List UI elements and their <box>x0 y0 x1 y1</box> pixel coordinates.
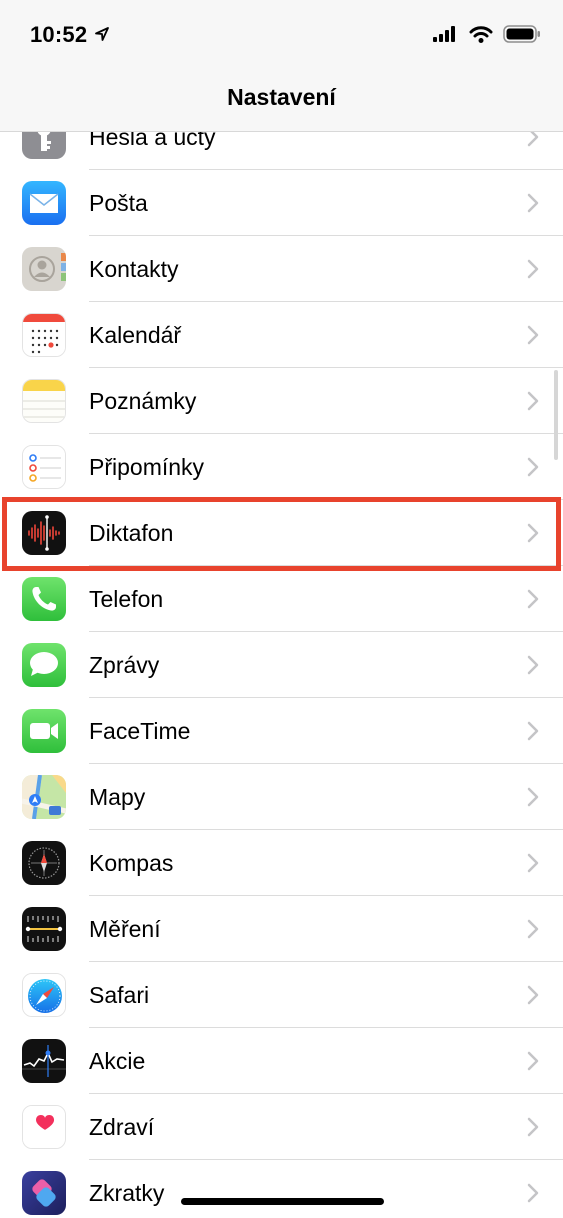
settings-row-contacts[interactable]: Kontakty <box>0 236 563 302</box>
chevron-right-icon <box>527 523 539 543</box>
voice-memos-icon <box>22 511 66 555</box>
settings-row-label: Diktafon <box>89 520 174 546</box>
reminders-icon <box>22 445 66 489</box>
settings-row-measure[interactable]: Měření <box>0 896 563 962</box>
facetime-icon <box>22 709 66 753</box>
settings-row-label: Poznámky <box>89 388 197 414</box>
settings-row-label: Zkratky <box>89 1180 165 1206</box>
scroll-indicator[interactable] <box>554 370 558 460</box>
settings-row-label: Safari <box>89 982 150 1008</box>
settings-row-voice-memos[interactable]: Diktafon <box>0 500 563 566</box>
home-indicator[interactable] <box>181 1198 384 1205</box>
settings-row-label: Pošta <box>89 190 148 216</box>
settings-row-label: Mapy <box>89 784 146 810</box>
settings-row-compass[interactable]: Kompas <box>0 830 563 896</box>
settings-row-health[interactable]: Zdraví <box>0 1094 563 1160</box>
settings-row-stocks[interactable]: Akcie <box>0 1028 563 1094</box>
chevron-right-icon <box>527 853 539 873</box>
settings-row-label: Telefon <box>89 586 164 612</box>
phone-icon <box>22 577 66 621</box>
chevron-right-icon <box>527 919 539 939</box>
settings-row-label: Kontakty <box>89 256 179 282</box>
chevron-right-icon <box>527 259 539 279</box>
notes-icon <box>22 379 66 423</box>
battery-icon <box>503 25 540 43</box>
chevron-right-icon <box>527 1117 539 1137</box>
settings-row-label: FaceTime <box>89 718 191 744</box>
settings-row-label: Zdraví <box>89 1114 155 1140</box>
settings-row-mail[interactable]: Pošta <box>0 170 563 236</box>
chevron-right-icon <box>527 589 539 609</box>
chevron-right-icon <box>527 1183 539 1203</box>
chevron-right-icon <box>527 1051 539 1071</box>
wifi-icon <box>469 26 493 43</box>
chevron-right-icon <box>527 193 539 213</box>
settings-row-label: Akcie <box>89 1048 146 1074</box>
chevron-right-icon <box>527 391 539 411</box>
location-arrow-icon <box>95 27 109 41</box>
chevron-right-icon <box>527 721 539 741</box>
settings-row-safari[interactable]: Safari <box>0 962 563 1028</box>
settings-row-notes[interactable]: Poznámky <box>0 368 563 434</box>
maps-icon <box>22 775 66 819</box>
settings-row-label: Zprávy <box>89 652 160 678</box>
settings-row-maps[interactable]: Mapy <box>0 764 563 830</box>
contacts-icon <box>22 247 66 291</box>
settings-row-label: Měření <box>89 916 161 942</box>
measure-icon <box>22 907 66 951</box>
settings-row-calendar[interactable]: Kalendář <box>0 302 563 368</box>
health-icon <box>22 1105 66 1149</box>
calendar-icon <box>22 313 66 357</box>
settings-row-facetime[interactable]: FaceTime <box>0 698 563 764</box>
compass-icon <box>22 841 66 885</box>
settings-row-label: Kompas <box>89 850 174 876</box>
settings-row-messages[interactable]: Zprávy <box>0 632 563 698</box>
cellular-signal-icon <box>433 26 455 42</box>
settings-row-label: Připomínky <box>89 454 205 480</box>
settings-row-reminders[interactable]: Připomínky <box>0 434 563 500</box>
chevron-right-icon <box>527 655 539 675</box>
status-icons <box>433 25 541 43</box>
navigation-header: 10:52 Nastavení <box>0 0 563 132</box>
chevron-right-icon <box>527 787 539 807</box>
chevron-right-icon <box>527 985 539 1005</box>
messages-icon <box>22 643 66 687</box>
chevron-right-icon <box>527 457 539 477</box>
safari-icon <box>22 973 66 1017</box>
chevron-right-icon <box>527 325 539 345</box>
settings-row-shortcuts[interactable]: Zkratky <box>0 1160 563 1218</box>
status-time: 10:52 <box>30 22 88 47</box>
settings-row-label: Kalendář <box>89 322 182 348</box>
page-title: Nastavení <box>227 84 336 110</box>
settings-row-phone[interactable]: Telefon <box>0 566 563 632</box>
settings-list: Hesla a účty Pošta Kontakty Kalendář Poz… <box>0 104 563 1218</box>
mail-icon <box>22 181 66 225</box>
shortcuts-icon <box>22 1171 66 1215</box>
stocks-icon <box>22 1039 66 1083</box>
